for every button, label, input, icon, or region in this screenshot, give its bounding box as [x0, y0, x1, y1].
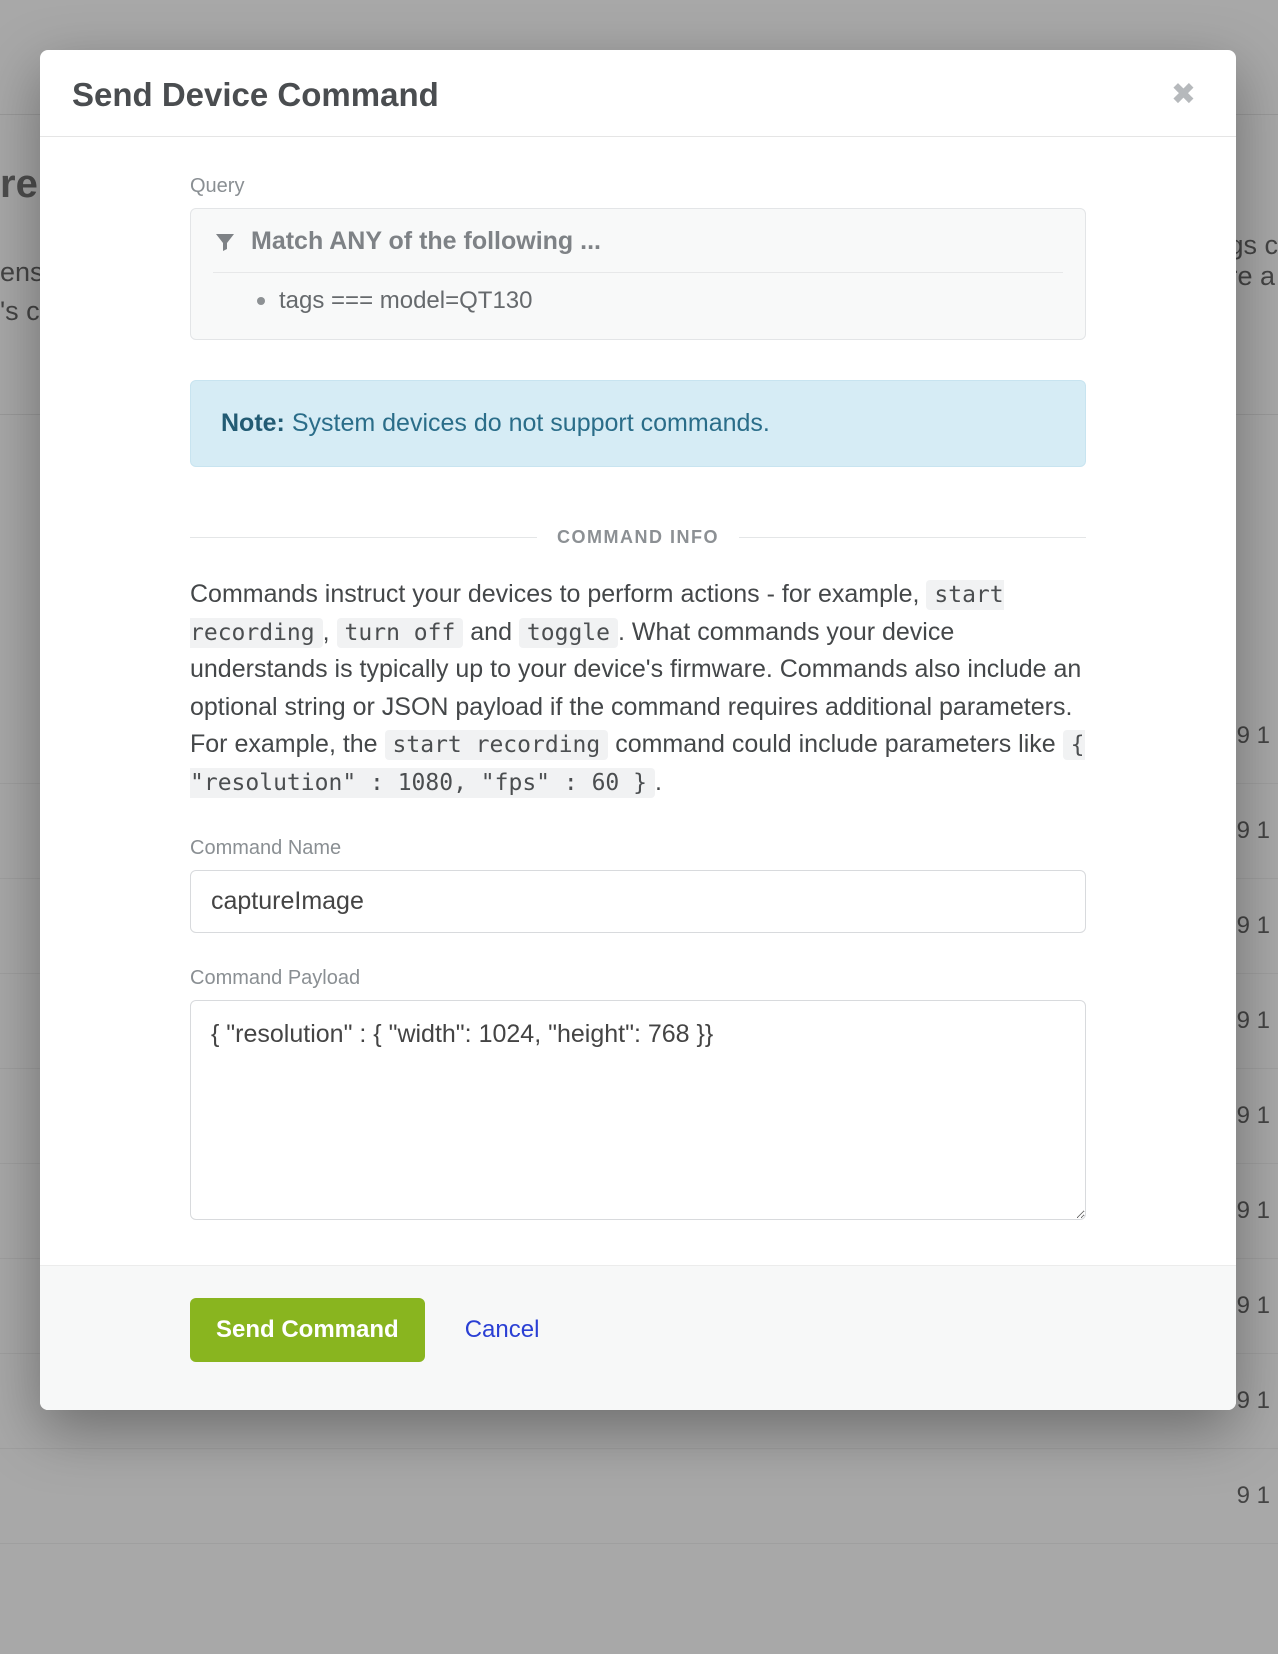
modal-footer: Send Command Cancel [40, 1265, 1236, 1410]
query-label: Query [190, 175, 1086, 198]
close-button[interactable]: ✖ [1163, 76, 1204, 114]
query-box: Match ANY of the following ... tags === … [190, 208, 1086, 340]
divider-line [739, 537, 1086, 538]
command-name-input[interactable] [190, 870, 1086, 933]
command-info-text: Commands instruct your devices to perfor… [190, 576, 1086, 801]
modal-body: Query Match ANY of the following ... tag… [40, 137, 1236, 1265]
command-payload-label: Command Payload [190, 967, 1086, 990]
note-box: Note: System devices do not support comm… [190, 380, 1086, 467]
cancel-button[interactable]: Cancel [465, 1316, 540, 1344]
note-prefix: Note: [221, 409, 285, 437]
close-icon: ✖ [1171, 78, 1196, 111]
query-item-text: tags === model=QT130 [279, 287, 533, 315]
send-command-modal: Send Device Command ✖ Query Match ANY of… [40, 50, 1236, 1410]
modal-title: Send Device Command [72, 76, 439, 114]
command-name-label: Command Name [190, 837, 1086, 860]
note-text: System devices do not support commands. [292, 409, 770, 437]
query-item: tags === model=QT130 [213, 273, 1063, 315]
section-label: COMMAND INFO [557, 527, 719, 548]
query-heading-row: Match ANY of the following ... [213, 227, 1063, 273]
command-info-divider: COMMAND INFO [190, 527, 1086, 548]
bullet-icon [257, 297, 265, 305]
modal-header: Send Device Command ✖ [40, 50, 1236, 137]
command-payload-input[interactable]: { "resolution" : { "width": 1024, "heigh… [190, 1000, 1086, 1220]
send-command-button[interactable]: Send Command [190, 1298, 425, 1362]
filter-icon [213, 230, 237, 254]
query-heading-text: Match ANY of the following ... [251, 227, 601, 256]
divider-line [190, 537, 537, 538]
